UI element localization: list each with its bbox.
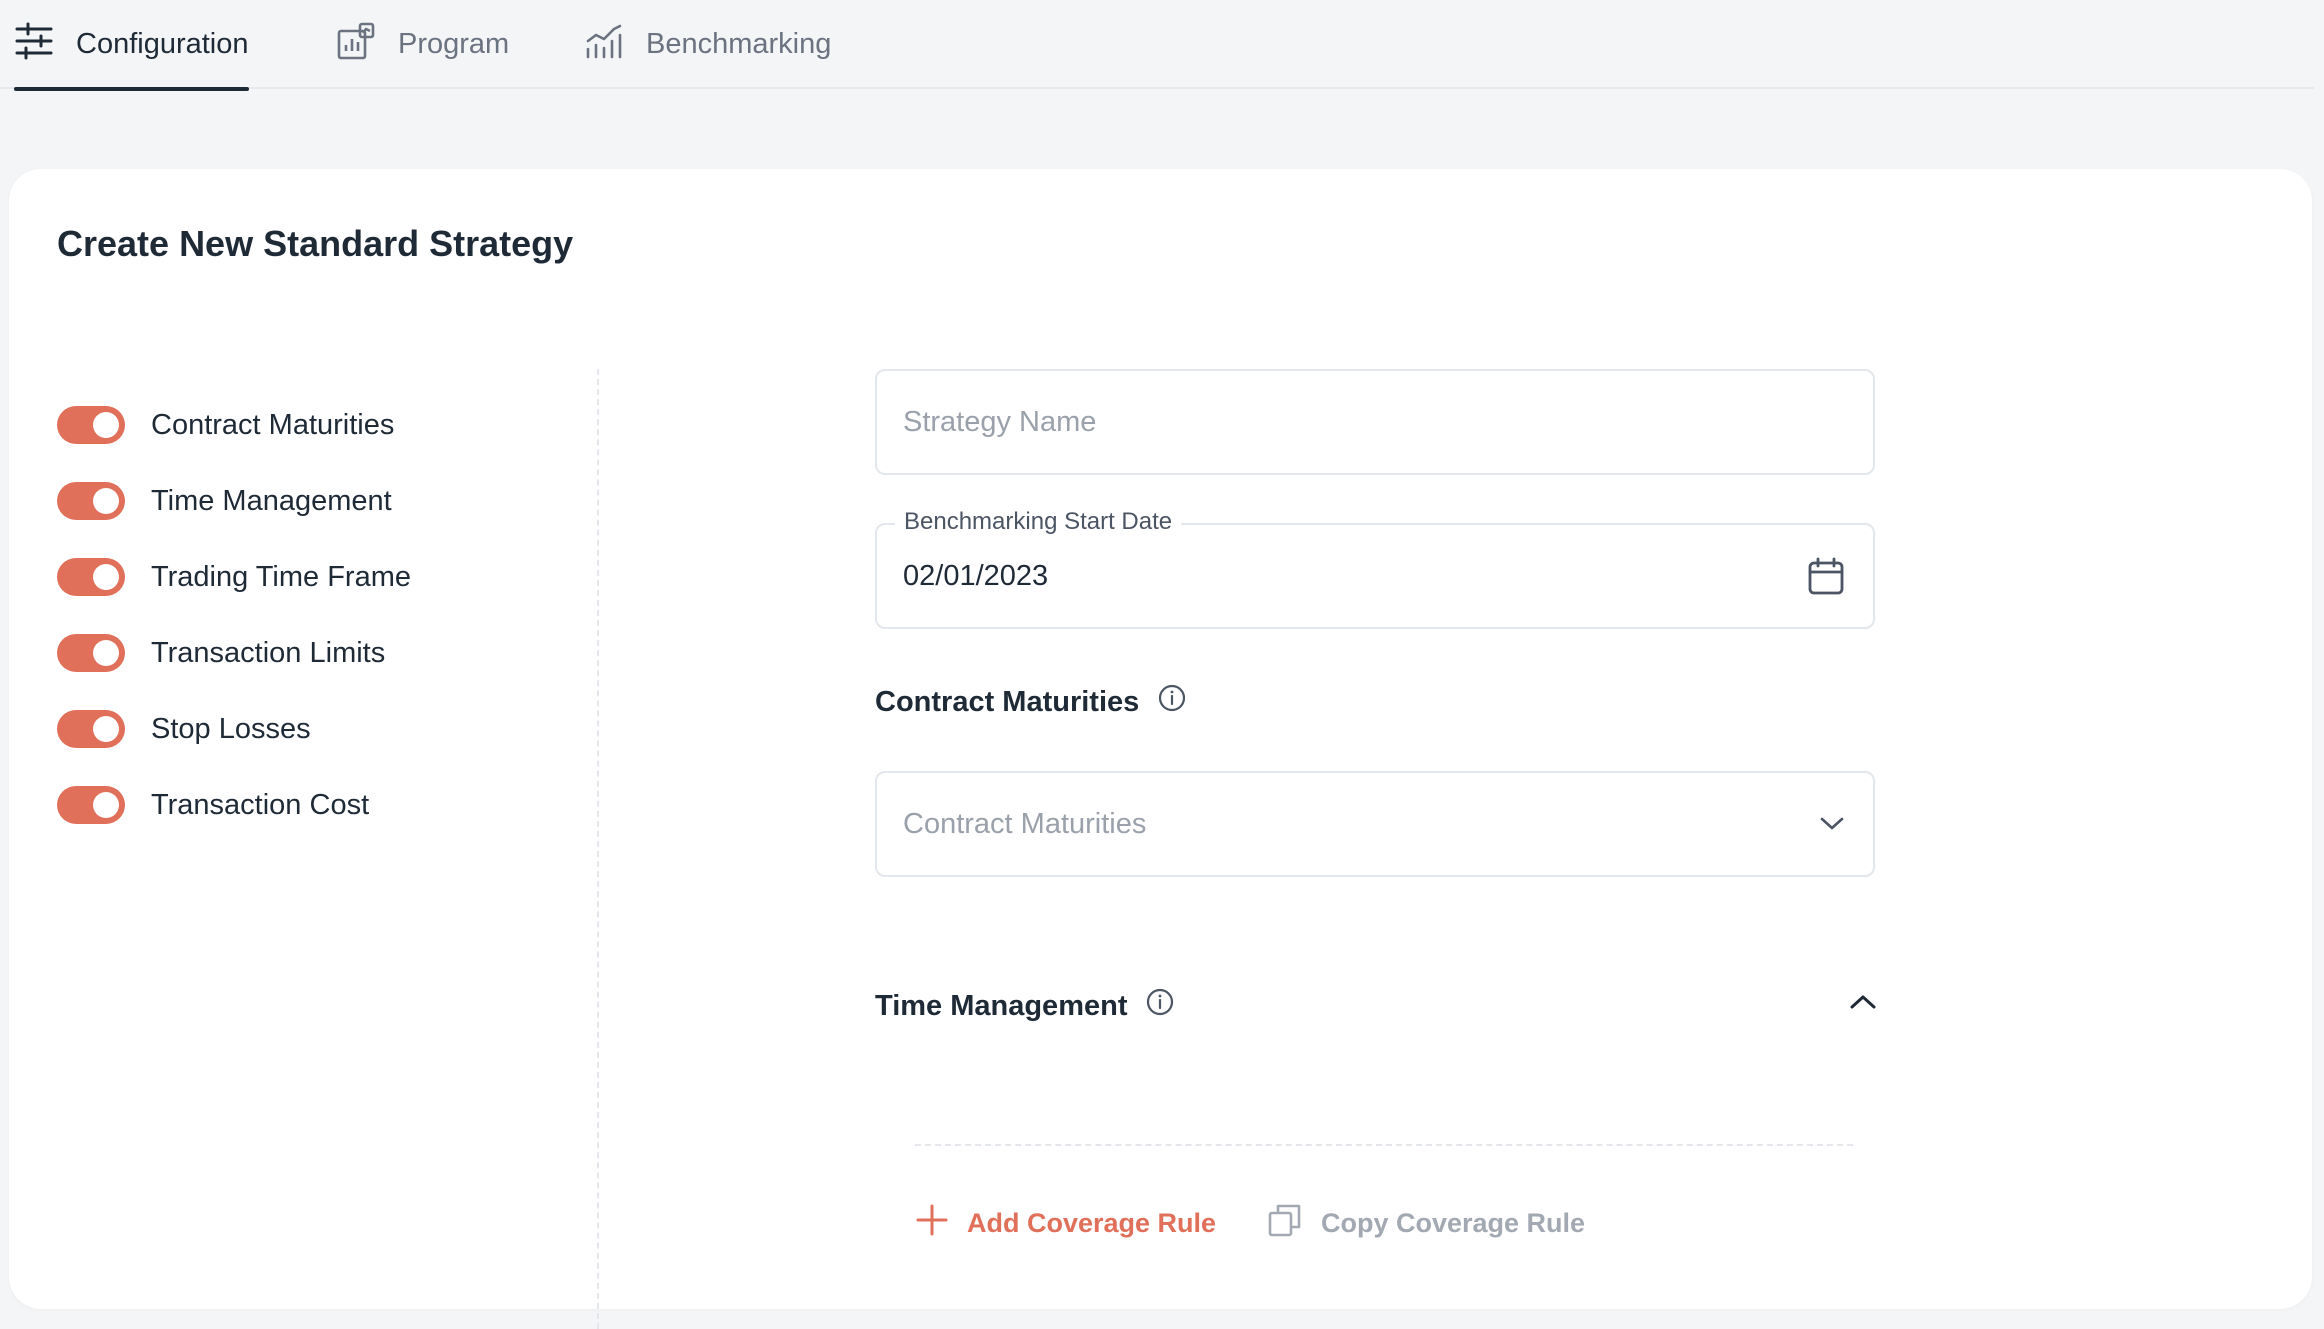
trend-chart-icon xyxy=(584,21,624,69)
toggle-knob xyxy=(93,412,119,438)
toggle-knob xyxy=(93,640,119,666)
toggle-knob xyxy=(93,564,119,590)
contract-maturities-title: Contract Maturities xyxy=(875,685,1140,718)
toggle-label: Contract Maturities xyxy=(151,408,395,441)
tab-benchmarking-label: Benchmarking xyxy=(646,28,832,60)
tab-configuration-label: Configuration xyxy=(76,28,249,60)
toggle-label: Time Management xyxy=(151,484,392,517)
time-management-heading: Time Management xyxy=(875,987,1175,1025)
copy-coverage-rule-button[interactable]: Copy Coverage Rule xyxy=(1267,1198,1585,1248)
time-management-title: Time Management xyxy=(875,989,1128,1022)
toggle-knob xyxy=(93,716,119,742)
calendar-icon[interactable] xyxy=(1807,556,1845,596)
info-icon[interactable] xyxy=(1157,683,1187,721)
add-coverage-rule-label: Add Coverage Rule xyxy=(967,1207,1217,1238)
contract-maturities-input[interactable] xyxy=(877,773,1873,875)
toggle-knob xyxy=(93,792,119,818)
toggle-row-trading-time-frame: Trading Time Frame xyxy=(57,539,411,615)
toggle-row-transaction-cost: Transaction Cost xyxy=(57,767,411,843)
program-chart-icon xyxy=(336,21,376,69)
toggle-transaction-limits[interactable] xyxy=(57,634,125,672)
toggle-row-time-management: Time Management xyxy=(57,463,411,539)
toggle-contract-maturities[interactable] xyxy=(57,406,125,444)
toggle-label: Transaction Cost xyxy=(151,788,370,821)
tab-bar: Configuration Program Benchmarking xyxy=(0,0,2314,91)
toggle-stop-losses[interactable] xyxy=(57,710,125,748)
toggle-knob xyxy=(93,488,119,514)
toggle-row-stop-losses: Stop Losses xyxy=(57,691,411,767)
plus-icon xyxy=(915,1203,949,1244)
start-date-label: Benchmarking Start Date xyxy=(895,508,1182,536)
toggle-label: Stop Losses xyxy=(151,712,311,745)
strategy-card: Create New Standard Strategy Contract Ma… xyxy=(9,169,2312,1329)
toggle-time-management[interactable] xyxy=(57,482,125,520)
copy-coverage-rule-label: Copy Coverage Rule xyxy=(1321,1207,1586,1238)
add-coverage-rule-button[interactable]: Add Coverage Rule xyxy=(915,1198,1216,1248)
strategy-name-input[interactable] xyxy=(877,371,1873,473)
strategy-name-field xyxy=(875,369,1875,475)
sliders-icon xyxy=(14,21,54,69)
contract-maturities-select[interactable] xyxy=(875,771,1875,877)
toggle-trading-time-frame[interactable] xyxy=(57,558,125,596)
toggle-label: Transaction Limits xyxy=(151,636,386,669)
toggle-row-transaction-limits: Transaction Limits xyxy=(57,615,411,691)
start-date-input[interactable] xyxy=(877,525,1873,627)
contract-maturities-heading: Contract Maturities xyxy=(875,683,1187,721)
chevron-up-icon[interactable] xyxy=(1843,982,1883,1022)
toggle-row-contract-maturities: Contract Maturities xyxy=(57,387,411,463)
page-title: Create New Standard Strategy xyxy=(57,223,574,264)
dashed-separator xyxy=(915,1144,1853,1146)
toggle-transaction-cost[interactable] xyxy=(57,786,125,824)
tab-configuration[interactable]: Configuration xyxy=(14,0,249,91)
tab-program-label: Program xyxy=(398,28,510,60)
info-icon[interactable] xyxy=(1145,987,1175,1025)
chevron-down-icon[interactable] xyxy=(1819,816,1845,832)
toggle-label: Trading Time Frame xyxy=(151,560,411,593)
vertical-divider xyxy=(597,369,599,1329)
tab-program[interactable]: Program xyxy=(336,0,509,89)
tab-benchmarking[interactable]: Benchmarking xyxy=(584,0,831,89)
start-date-field: Benchmarking Start Date xyxy=(875,508,1875,629)
section-toggle-list: Contract Maturities Time Management Trad… xyxy=(57,387,411,843)
copy-icon xyxy=(1267,1202,1303,1245)
